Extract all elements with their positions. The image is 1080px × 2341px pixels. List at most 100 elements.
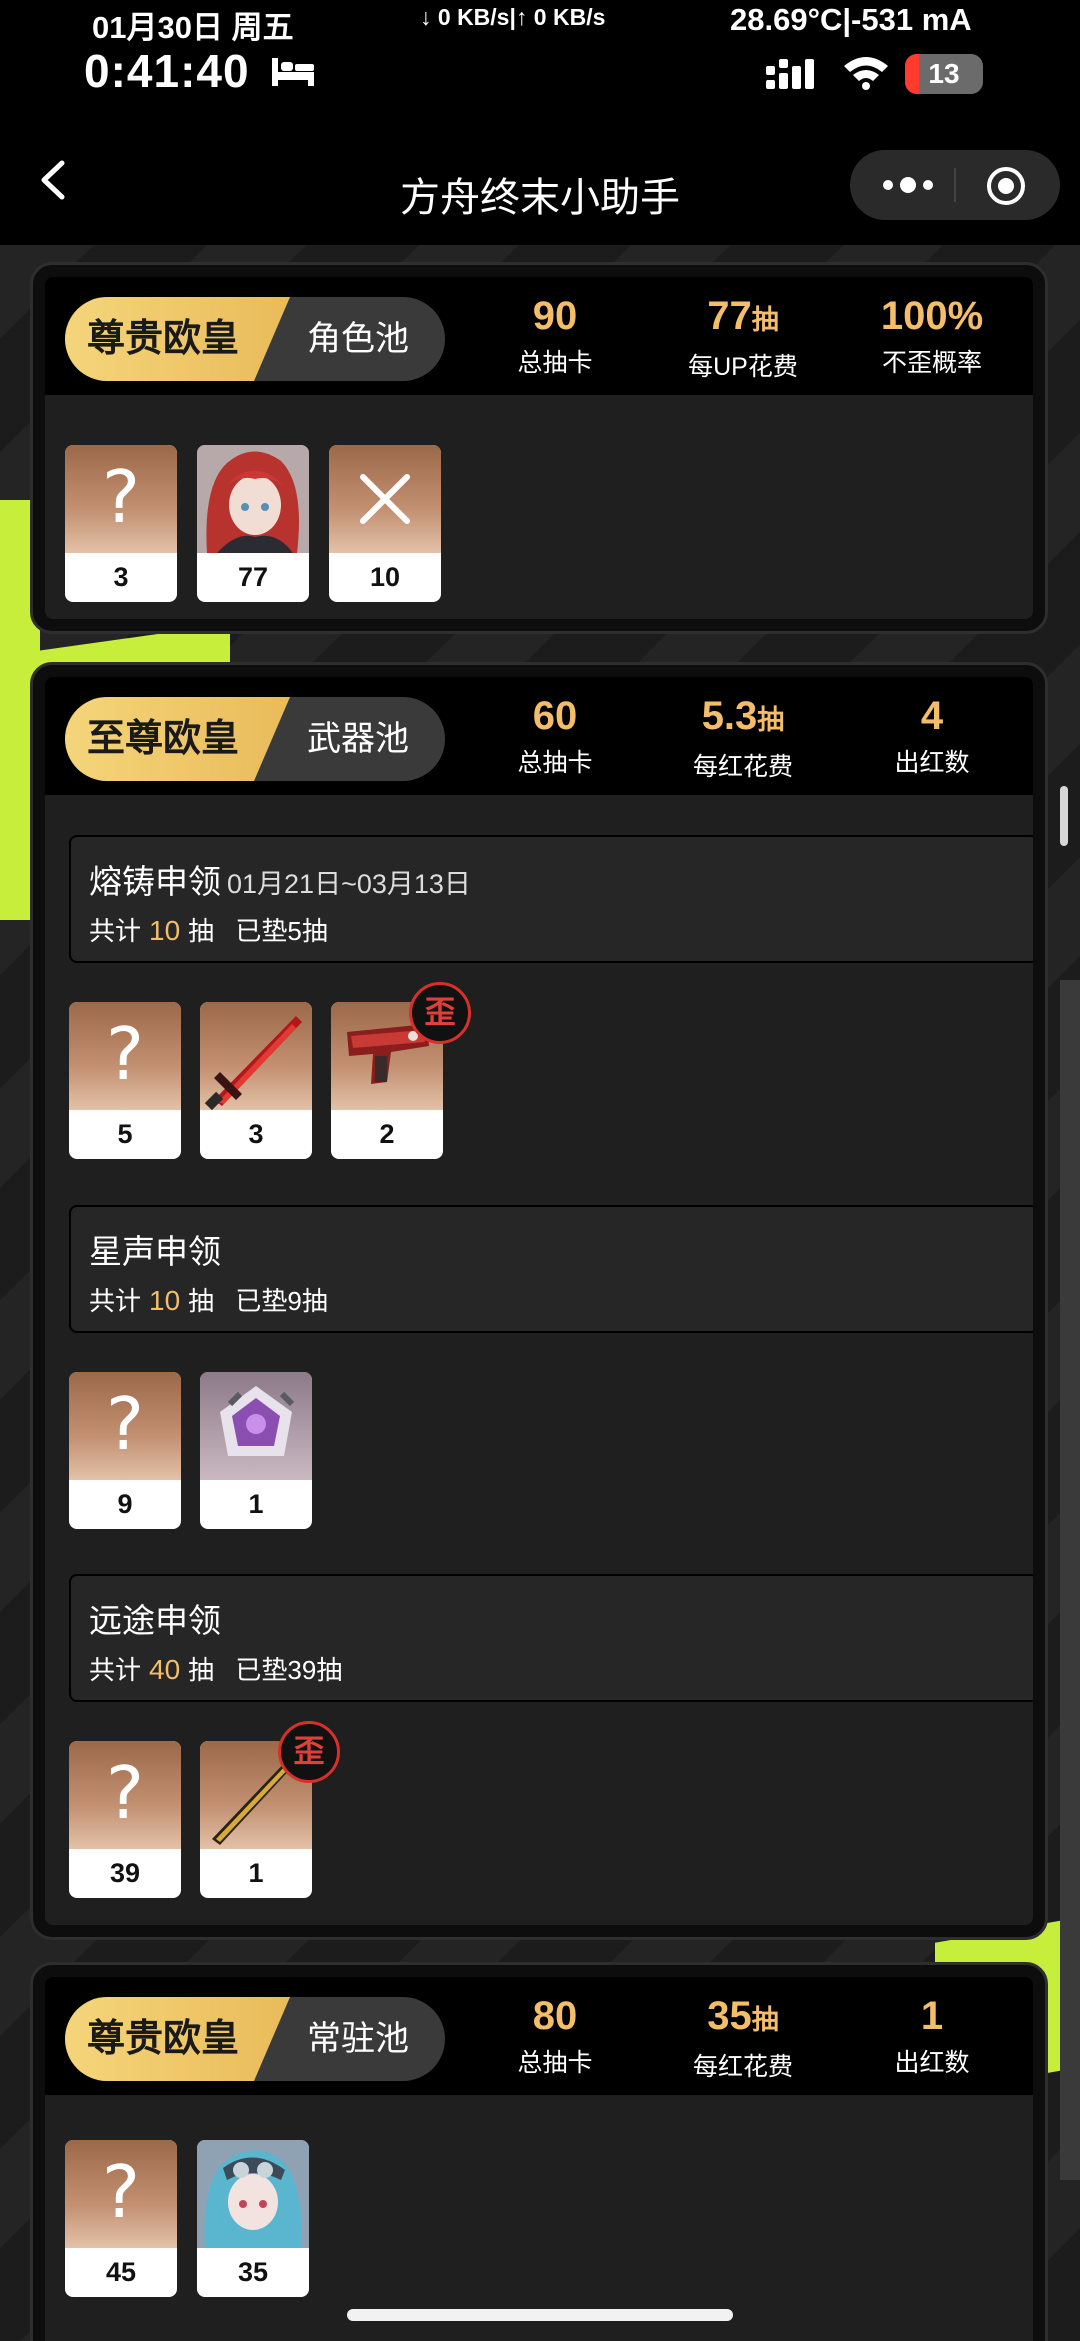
unknown-item-icon: ?: [105, 1012, 145, 1096]
total-prefix: 共计: [89, 1286, 142, 1316]
banner-total: 10: [149, 1285, 181, 1316]
banner-info: 远途申领 共计 40 抽 已垫39抽: [69, 1574, 1033, 1702]
scrollbar-thumb[interactable]: [1060, 786, 1068, 846]
stat-label: 不歪概率: [881, 349, 982, 377]
stat-value: 5.3: [701, 694, 758, 738]
item-tile[interactable]: 77: [197, 445, 309, 602]
stat-label: 每红花费: [692, 2053, 793, 2081]
rank-label: 尊贵欧皇: [65, 297, 290, 381]
stat-label: 总抽卡: [517, 349, 593, 377]
card-header: 尊贵欧皇 常驻池 80 总抽卡 35抽 每红花费 1 出红数: [45, 1977, 1033, 2095]
item-count: 10: [369, 562, 401, 592]
standard-pool-card: 尊贵欧皇 常驻池 80 总抽卡 35抽 每红花费 1 出红数 ? 45 35: [30, 1962, 1048, 2341]
item-tile[interactable]: 35: [197, 2140, 309, 2297]
total-prefix: 共计: [89, 916, 142, 946]
mini-program-capsule: [850, 150, 1060, 220]
unknown-item-icon: ?: [105, 1751, 145, 1835]
rank-label: 至尊欧皇: [65, 697, 290, 781]
item-count: 45: [105, 2257, 137, 2287]
total-unit: 抽: [188, 916, 215, 946]
item-tile[interactable]: 3: [200, 1002, 312, 1159]
pool-tag: 尊贵欧皇 角色池: [65, 297, 445, 381]
stat-cost-per-up: 77抽 每UP花费: [648, 293, 838, 383]
weapon-pool-card: 至尊欧皇 武器池 60 总抽卡 5.3抽 每红花费 4 出红数 熔铸申领 01月2…: [30, 662, 1048, 1940]
stat-no-lose-rate: 100% 不歪概率: [837, 293, 1027, 379]
off-banner-badge: 歪: [409, 982, 471, 1044]
stat-label: 出红数: [894, 749, 970, 777]
banner-name: 熔铸申领: [89, 863, 221, 900]
stat-value: 60: [532, 694, 578, 738]
total-prefix: 共计: [89, 1655, 142, 1685]
total-unit: 抽: [188, 1655, 215, 1685]
character-red-hair-portrait-icon: [197, 445, 309, 553]
status-time: 0:41:40: [84, 45, 250, 97]
item-count: 3: [113, 562, 129, 592]
stat-unit: 抽: [757, 705, 785, 735]
item-count: 39: [109, 1858, 141, 1888]
network-speed: ↓ 0 KB/s|↑ 0 KB/s: [420, 4, 606, 30]
cellular-signal-icon: [766, 59, 814, 89]
status-bar: 01月30日 周五 0:41:40 ↓ 0 KB/s|↑ 0 KB/s 28.6…: [0, 0, 1080, 100]
pool-name: 武器池: [307, 720, 409, 758]
item-count: 35: [237, 2257, 269, 2287]
item-tile[interactable]: 2 歪: [331, 982, 471, 1159]
item-count: 77: [237, 562, 269, 592]
item-count: 3: [248, 1119, 264, 1149]
more-options-icon[interactable]: [878, 172, 938, 198]
stat-total-pulls: 80 总抽卡: [460, 1993, 650, 2079]
stat-label: 出红数: [894, 2049, 970, 2077]
battery-icon: 13: [905, 54, 983, 94]
stat-unit: 抽: [751, 2005, 779, 2035]
stat-value: 35: [707, 1994, 752, 2038]
stat-value: 80: [532, 1994, 578, 2038]
item-tile[interactable]: 1 歪: [200, 1721, 340, 1898]
stat-value: 1: [920, 1994, 944, 2038]
wifi-icon: [844, 57, 888, 90]
banner-date: 01月21日~03月13日: [227, 869, 471, 899]
stat-label: 总抽卡: [517, 749, 593, 777]
stat-label: 每UP花费: [688, 353, 798, 381]
banner-info: 熔铸申领 01月21日~03月13日 共计 10 抽 已垫5抽: [69, 835, 1033, 963]
status-date: 01月30日 周五: [92, 10, 294, 45]
item-count: 5: [117, 1119, 133, 1149]
item-count: 2: [379, 1119, 395, 1149]
pool-tag: 尊贵欧皇 常驻池: [65, 1997, 445, 2081]
stat-red-count: 4 出红数: [837, 693, 1027, 779]
banner-total: 10: [149, 915, 181, 946]
pool-name: 常驻池: [307, 2020, 409, 2058]
unknown-item-icon: ?: [105, 1382, 145, 1466]
pity-count: 已垫39抽: [235, 1655, 343, 1685]
pool-tag: 至尊欧皇 武器池: [65, 697, 445, 781]
banner-total: 40: [149, 1654, 181, 1685]
item-tile[interactable]: ? 45: [65, 2140, 177, 2297]
unknown-item-icon: ?: [101, 2150, 141, 2234]
battery-temperature-current: 28.69°C|-531 mA: [730, 2, 972, 37]
banner-name: 星声申领: [89, 1233, 221, 1270]
rank-label: 尊贵欧皇: [65, 1997, 290, 2081]
item-tile[interactable]: ? 9: [69, 1372, 181, 1529]
stat-red-count: 1 出红数: [837, 1993, 1027, 2079]
off-banner-badge: 歪: [278, 1721, 340, 1783]
card-header: 尊贵欧皇 角色池 90 总抽卡 77抽 每UP花费 100% 不歪概率: [45, 277, 1033, 395]
item-tile[interactable]: 1: [200, 1372, 312, 1529]
item-tile[interactable]: 10: [329, 445, 441, 602]
card-header: 至尊欧皇 武器池 60 总抽卡 5.3抽 每红花费 4 出红数: [45, 677, 1033, 795]
item-tile[interactable]: ? 3: [65, 445, 177, 602]
item-count: 1: [248, 1858, 264, 1888]
character-blue-hair-portrait-icon: [197, 2140, 309, 2248]
stat-label: 总抽卡: [517, 2049, 593, 2077]
home-indicator[interactable]: [347, 2309, 733, 2321]
red-sword-icon: [204, 1016, 302, 1110]
item-tile[interactable]: ? 5: [69, 1002, 181, 1159]
stat-cost-per-red: 35抽 每红花费: [648, 1993, 838, 2083]
stat-value: 90: [532, 294, 578, 338]
pity-count: 已垫5抽: [235, 916, 328, 946]
stat-total-pulls: 90 总抽卡: [460, 293, 650, 379]
close-mini-program-icon[interactable]: [985, 165, 1027, 207]
item-tile[interactable]: ? 39: [69, 1741, 181, 1898]
sleep-mode-icon: [272, 58, 314, 86]
unknown-item-icon: ?: [101, 455, 141, 539]
stat-value: 77: [707, 294, 752, 338]
pity-count: 已垫9抽: [235, 1286, 328, 1316]
character-pool-card: 尊贵欧皇 角色池 90 总抽卡 77抽 每UP花费 100% 不歪概率 ? 3: [30, 262, 1048, 634]
